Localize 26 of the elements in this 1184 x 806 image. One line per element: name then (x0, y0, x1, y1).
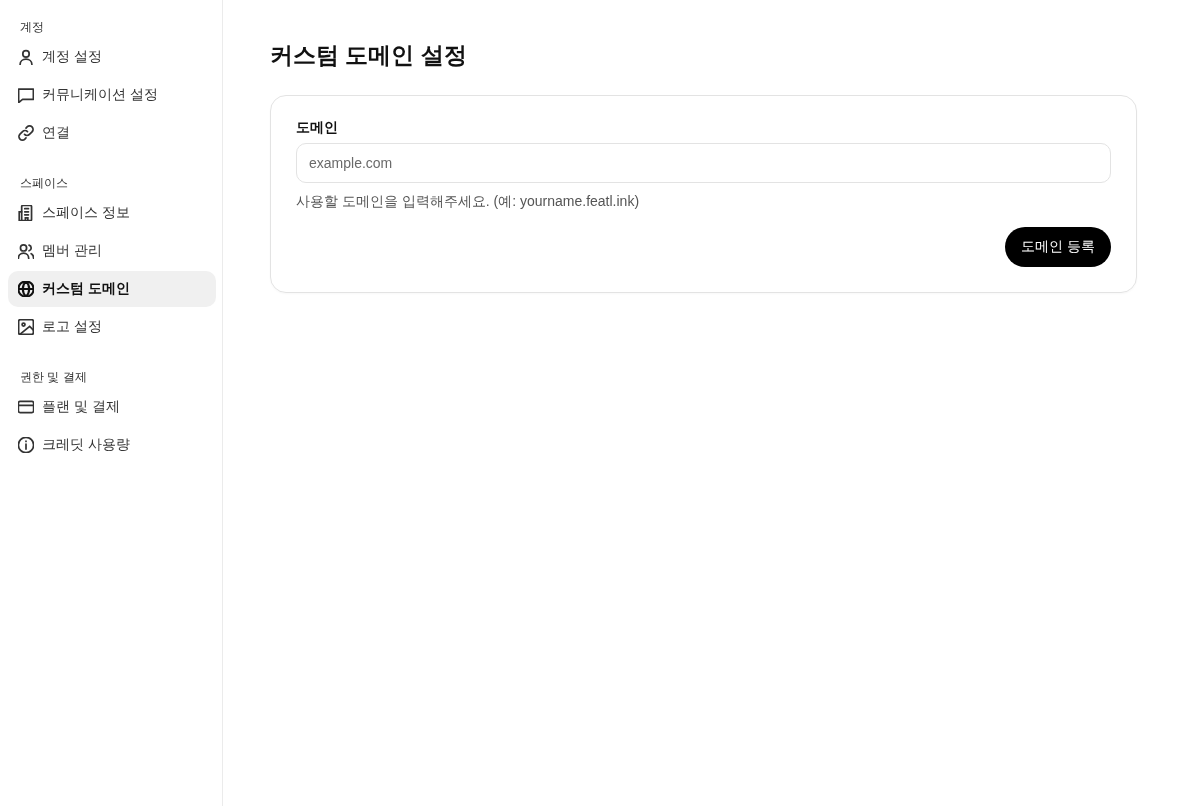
nav-item[interactable]: 멤버 관리 (8, 233, 216, 269)
nav-item[interactable]: 크레딧 사용량 (8, 427, 216, 463)
nav-item[interactable]: 로고 설정 (8, 309, 216, 345)
nav-item[interactable]: 플랜 및 결제 (8, 389, 216, 425)
section-heading: 스페이스 (19, 175, 69, 192)
section-heading: 계정 (19, 19, 45, 36)
chat-bubble-icon (18, 87, 34, 103)
nav-item[interactable]: 커뮤니케이션 설정 (8, 77, 216, 113)
nav-item[interactable]: 커스텀 도메인 (8, 271, 216, 307)
page-title: 커스텀 도메인 설정 (270, 41, 467, 70)
help-text: 사용할 도메인을 입력해주세요. (예: yourname.featl.ink) (296, 192, 640, 211)
register-button[interactable]: 도메인 등록 (1005, 227, 1111, 267)
nav-item[interactable]: 계정 설정 (8, 39, 216, 75)
user-icon (18, 49, 34, 65)
info-icon (18, 437, 34, 453)
field-label: 도메인 (296, 118, 338, 137)
users-icon (18, 243, 34, 259)
credit-card-icon (18, 399, 34, 415)
building-icon (18, 205, 34, 221)
domain-input[interactable]: example.com (296, 143, 1111, 183)
nav-item[interactable]: 스페이스 정보 (8, 195, 216, 231)
globe-icon (18, 281, 34, 297)
image-icon (18, 319, 34, 335)
link-icon (18, 125, 34, 141)
section-heading: 권한 및 결제 (19, 369, 88, 386)
nav-item[interactable]: 연결 (8, 115, 216, 151)
